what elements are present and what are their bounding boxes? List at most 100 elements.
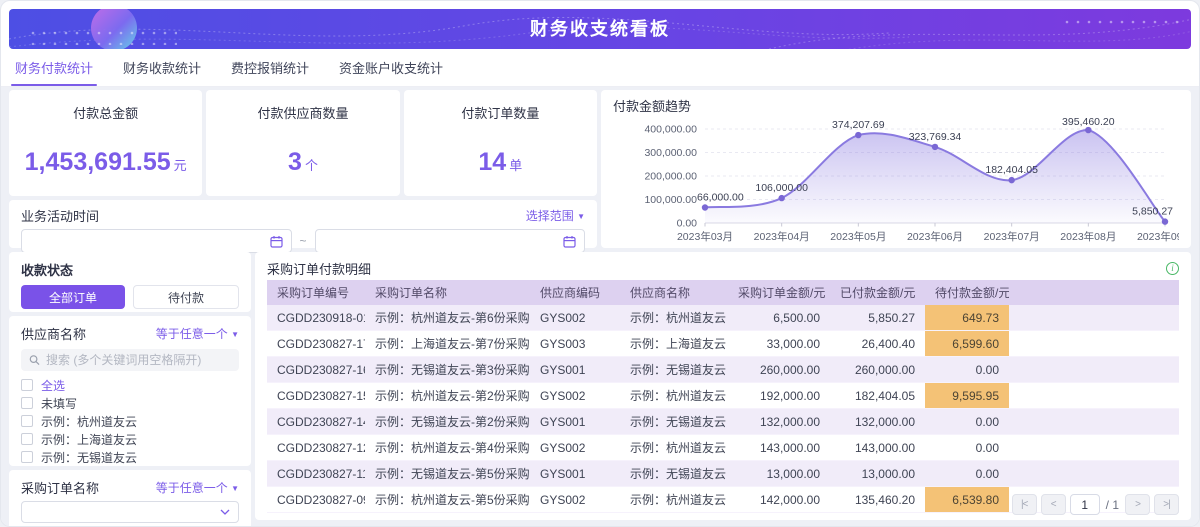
order-name-cell: 示例：杭州道友云-第2份采购订单 (375, 389, 530, 403)
order-name-select[interactable] (21, 501, 239, 523)
svg-text:374,207.69: 374,207.69 (832, 119, 885, 131)
col-supplier-code: 供应商编码 (530, 280, 620, 305)
svg-text:395,460.20: 395,460.20 (1062, 116, 1115, 128)
end-date-input[interactable] (314, 229, 586, 253)
payment-trend-area-chart: 0.00 100,000.00 200,000.00 300,000.00 400,00… (644, 116, 1193, 243)
paid-amount-cell: 143,000.00 (854, 440, 915, 455)
page-title: 财务收支统看板 (530, 19, 670, 39)
order-name-op-link[interactable]: 等于任意一个 ▼ (156, 479, 239, 496)
order-no-cell: CGDD230827-16 (277, 362, 365, 377)
start-date-input[interactable] (21, 229, 292, 253)
supplier-option-empty[interactable]: 未填写 (21, 394, 239, 412)
order-name-cell: 示例：无锡道友云-第2份采购订单 (375, 415, 530, 429)
supplier-code-cell: GYS002 (540, 440, 586, 455)
unpaid-amount-cell: 0.00 (975, 440, 999, 455)
tab-finance-payment[interactable]: 财务付款统计 (10, 49, 98, 86)
order-name-cell: 示例：杭州道友云-第5份采购订单 (375, 493, 530, 507)
table-title: 采购订单付款明细 (267, 261, 372, 277)
pending-payment-button[interactable]: 待付款 (133, 285, 239, 309)
caret-down-icon: ▼ (231, 330, 239, 339)
filler-cell (1009, 383, 1179, 409)
supplier-options-list: 全选 未填写 示例：杭州道友云 示例：上海道友云 示例：无锡道友云 (21, 376, 239, 466)
checkbox[interactable] (21, 433, 33, 445)
col-supplier-name: 供应商名称 (620, 280, 728, 305)
tab-expense-reimburse[interactable]: 费控报销统计 (231, 49, 309, 86)
table-row[interactable]: CGDD230827-15 示例：杭州道友云-第2份采购订单 GYS002 示例：杭州… (267, 382, 1179, 409)
header-banner: 财务收支统看板 (9, 9, 1191, 49)
supplier-search-input[interactable] (45, 353, 231, 367)
unpaid-amount-cell: 6,599.60 (925, 330, 1009, 357)
table-row[interactable]: CGDD230827-11 示例：无锡道友云-第5份采购订单 GYS001 示例：无锡… (267, 460, 1179, 487)
supplier-code-cell: GYS002 (540, 388, 586, 403)
svg-text:2023年05月: 2023年05月 (830, 230, 886, 243)
chevron-down-icon (220, 509, 230, 515)
table-row[interactable]: CGDD230827-16 示例：无锡道友云-第3份采购订单 GYS001 示例：无锡… (267, 356, 1179, 383)
kpi-card-order-count: 付款订单数量 14 单 (403, 90, 597, 196)
unpaid-amount-cell: 0.00 (975, 466, 999, 481)
filler-cell (1009, 409, 1179, 435)
kpi-card-supplier-count: 付款供应商数量 3个 (206, 90, 400, 196)
order-amount-cell: 6,500.00 (773, 310, 820, 325)
kpi-label: 付款供应商数量 (257, 106, 349, 121)
col-paid-amount: 已付款金额/元 (830, 280, 925, 305)
select-range-link[interactable]: 选择范围 ▼ (526, 207, 585, 224)
supplier-option-select-all[interactable]: 全选 (21, 376, 239, 394)
first-page-button[interactable]: |< (1011, 494, 1037, 515)
kpi-value: 3个 (288, 148, 318, 176)
tab-finance-receipt[interactable]: 财务收款统计 (123, 49, 201, 86)
caret-down-icon: ▼ (231, 484, 239, 493)
kpi-label: 付款总金额 (73, 106, 139, 121)
search-icon (29, 355, 40, 365)
supplier-option-wuxi[interactable]: 示例：无锡道友云 (21, 448, 239, 466)
svg-text:2023年03月: 2023年03月 (677, 230, 733, 243)
table-row[interactable]: CGDD230827-12 示例：杭州道友云-第4份采购订单 GYS002 示例：杭州… (267, 434, 1179, 461)
dashboard-app: 财务收支统看板 财务付款统计 财务收款统计 费控报销统计 资金账户收支统计 付款… (0, 0, 1200, 527)
checkbox[interactable] (21, 379, 33, 391)
supplier-option-shanghai[interactable]: 示例：上海道友云 (21, 430, 239, 448)
pagination: |< < / 1 > >| (1011, 494, 1179, 515)
svg-text:2023年06月: 2023年06月 (907, 230, 963, 243)
filter-sidebar: 收款状态 全部订单 待付款 供应商名称 等于任意一个 ▼ 搜索 (多个关键词用空… (9, 252, 251, 526)
date-filter-label: 业务活动时间 (21, 209, 100, 224)
unpaid-amount-cell: 0.00 (975, 362, 999, 377)
page-total-label: / 1 (1105, 497, 1119, 512)
last-page-button[interactable]: >| (1154, 494, 1179, 515)
all-orders-button[interactable]: 全部订单 (21, 285, 125, 309)
supplier-op-link[interactable]: 等于任意一个 ▼ (156, 325, 239, 342)
checkbox[interactable] (21, 451, 33, 463)
table-row[interactable]: CGDD230918-01 示例：杭州道友云-第6份采购订单 GYS002 示例：杭州… (267, 305, 1179, 331)
info-icon[interactable]: i (1166, 261, 1179, 275)
trend-chart-panel: 付款金额趋势 0.00 100,000.00 200,000.00 300,000.0… (601, 90, 1193, 248)
tab-account-inout[interactable]: 资金账户收支统计 (339, 49, 443, 86)
caret-down-icon: ▼ (577, 212, 585, 221)
content-area: 付款总金额 1,453,691.55 元 付款供应商数量 3个 付款订单数量 14… (1, 87, 1199, 526)
table-row[interactable]: CGDD230827-17 示例：上海道友云-第7份采购订单 GYS003 示例：上海… (267, 330, 1179, 357)
svg-text:0.00: 0.00 (677, 218, 698, 230)
paid-amount-cell: 182,404.05 (854, 388, 915, 403)
chart-title: 付款金额趋势 (613, 99, 692, 114)
kpi-value: 1,453,691.55 元 (24, 148, 187, 176)
page-number-input[interactable] (1069, 494, 1100, 515)
paid-amount-cell: 135,460.20 (854, 492, 915, 507)
supplier-name-cell: 示例：无锡道友云 (630, 415, 727, 429)
svg-text:100,000.00: 100,000.00 (644, 194, 697, 206)
order-name-filter-panel: 采购订单名称 等于任意一个 ▼ (9, 470, 251, 526)
svg-text:400,000.00: 400,000.00 (644, 124, 697, 136)
svg-text:2023年09月: 2023年09月 (1137, 230, 1179, 243)
supplier-name-cell: 示例：杭州道友云 (630, 441, 727, 455)
checkbox[interactable] (21, 415, 33, 427)
supplier-option-hangzhou[interactable]: 示例：杭州道友云 (21, 412, 239, 430)
col-order-amount: 采购订单金额/元 (728, 280, 830, 305)
prev-page-button[interactable]: < (1040, 494, 1066, 515)
payment-status-title: 收款状态 (21, 263, 74, 278)
order-name-cell: 示例：杭州道友云-第6份采购订单 (375, 311, 530, 325)
svg-text:2023年04月: 2023年04月 (754, 230, 810, 243)
next-page-button[interactable]: > (1125, 494, 1150, 515)
svg-text:300,000.00: 300,000.00 (644, 147, 697, 159)
table-row[interactable]: CGDD230827-14 示例：无锡道友云-第2份采购订单 GYS001 示例：无锡… (267, 408, 1179, 435)
checkbox[interactable] (21, 397, 33, 409)
paid-amount-cell: 132,000.00 (854, 414, 915, 429)
supplier-search-box[interactable] (21, 349, 239, 371)
order-amount-cell: 143,000.00 (759, 440, 820, 455)
svg-text:200,000.00: 200,000.00 (644, 171, 697, 183)
